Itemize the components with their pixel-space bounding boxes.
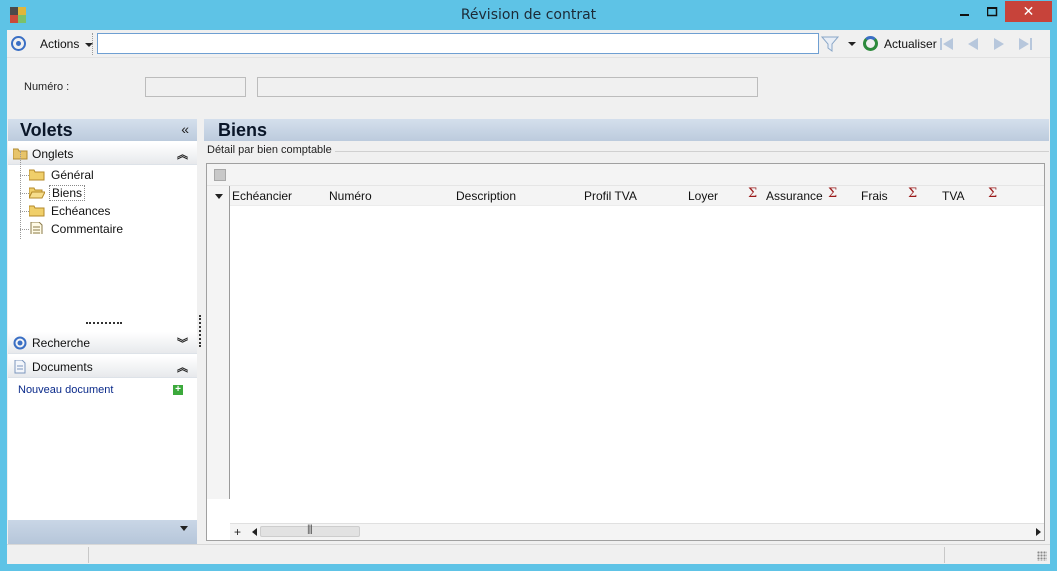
biens-grid[interactable]: Echéancier Numéro Description Profil TVA… [206,163,1045,541]
target-icon [13,336,27,350]
refresh-button[interactable]: Actualiser [884,37,937,51]
title-bar[interactable]: Révision de contrat ✕ [0,0,1057,30]
grip-icon: ||| [307,524,313,535]
actions-menu[interactable]: Actions [40,37,93,51]
volets-header: Volets « [8,119,197,141]
window-title: Révision de contrat [460,7,597,23]
status-cell [90,547,945,563]
refresh-icon[interactable] [863,36,878,51]
filter-dropdown-icon[interactable] [848,42,856,46]
onglets-label: Onglets [32,147,74,161]
column-header-numero[interactable]: Numéro [329,189,372,203]
column-header-profil-tva[interactable]: Profil TVA [584,189,637,203]
minimize-button[interactable] [951,1,978,22]
minimize-icon [959,13,969,16]
section-resize-grip[interactable] [86,322,122,325]
collapse-panel-icon[interactable]: « [181,121,189,137]
status-bar [7,544,1050,564]
chevron-down-icon[interactable] [180,526,188,531]
toolbar-separator [92,33,94,55]
sum-icon[interactable]: Σ [828,186,837,201]
grid-header: Echéancier Numéro Description Profil TVA… [207,186,1044,206]
column-header-tva[interactable]: TVA [942,189,964,203]
filter-icon[interactable] [820,35,840,53]
close-button[interactable]: ✕ [1005,1,1052,22]
open-folder-icon [29,187,45,199]
actions-label: Actions [40,37,80,51]
last-record-icon[interactable] [1017,37,1033,51]
folder-icon [29,169,45,181]
scroll-right-icon[interactable] [1036,528,1041,536]
chevron-up-icon[interactable]: ︽ [177,146,188,162]
column-chooser-icon[interactable] [215,194,223,199]
row-selector-column [207,186,230,499]
toolbar: Actions Actualiser [7,30,1050,58]
volets-title: Volets [20,120,73,140]
horizontal-scrollbar[interactable]: + ||| [230,523,1044,540]
search-input[interactable] [97,33,819,54]
next-record-icon[interactable] [991,37,1007,51]
resize-grip-icon[interactable] [1037,551,1047,561]
add-row-icon[interactable]: + [234,525,241,539]
left-panel: Volets « Onglets ︽ Général Biens Echéanc… [8,119,197,544]
recherche-label: Recherche [32,336,91,350]
image-icon[interactable] [214,169,226,181]
sum-icon[interactable]: Σ [748,186,757,201]
tab-general-label: Général [51,168,94,182]
column-header-assurance[interactable]: Assurance [766,189,823,203]
documents-label: Documents [32,360,93,374]
folder-icon [29,205,45,217]
onglets-section-header[interactable]: Onglets ︽ [8,143,197,165]
panel-splitter[interactable] [199,315,202,347]
page-title: Biens [218,120,268,140]
tab-echeances-label: Echéances [51,204,111,218]
biens-header: Biens [204,119,1049,141]
numero-field[interactable] [145,77,246,97]
status-cell [9,547,89,563]
document-icon [30,222,43,234]
close-icon: ✕ [1022,3,1035,19]
chevron-up-icon[interactable]: ︽ [177,359,188,375]
app-window: Révision de contrat ✕ Actions Actualiser… [0,0,1057,571]
numero-label: Numéro : [24,81,70,93]
recherche-section-header[interactable]: Recherche ︾ [8,332,197,354]
previous-record-icon[interactable] [965,37,981,51]
documents-section-header[interactable]: Documents ︽ [8,356,197,378]
maximize-button[interactable] [979,1,1006,22]
scroll-thumb[interactable]: ||| [260,524,360,537]
grid-toolbar [207,164,1044,186]
panel-overflow-bar[interactable] [8,520,197,544]
add-document-icon[interactable]: + [173,385,183,395]
scroll-left-icon[interactable] [252,528,257,536]
document-icon [14,360,26,374]
column-header-description[interactable]: Description [456,189,516,203]
target-icon[interactable] [11,36,26,51]
group-label: Détail par bien comptable [207,144,335,156]
chevron-down-icon[interactable]: ︾ [177,335,188,351]
column-header-loyer[interactable]: Loyer [688,189,718,203]
maximize-icon [987,6,998,16]
new-document-link[interactable]: Nouveau document [18,384,113,396]
column-header-echeancier[interactable]: Echéancier [232,189,292,203]
column-header-frais[interactable]: Frais [861,189,888,203]
sum-icon[interactable]: Σ [908,186,917,201]
tree-lines [20,151,28,239]
first-record-icon[interactable] [939,37,955,51]
numero-description-field[interactable] [257,77,758,97]
tab-biens-label: Biens [49,185,86,201]
sum-icon[interactable]: Σ [988,186,997,201]
tab-commentaire-label: Commentaire [51,222,124,236]
client-area: Actions Actualiser Numéro: Volets « Ong… [7,30,1050,564]
